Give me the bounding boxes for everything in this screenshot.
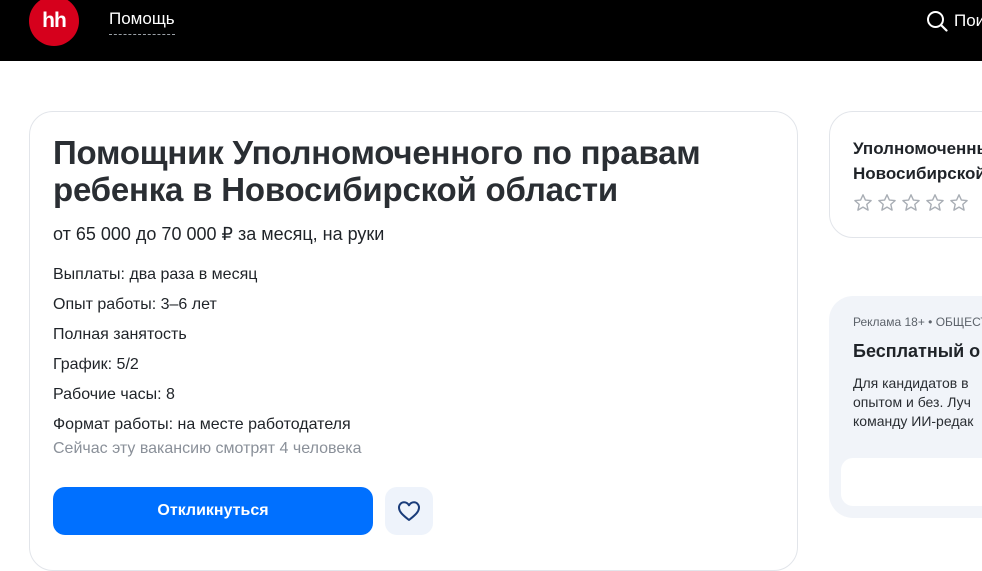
viewers-counter: Сейчас эту вакансию смотрят 4 человека: [53, 440, 362, 457]
employer-name-line: Новосибирской: [853, 164, 982, 183]
star-icon: [950, 194, 968, 211]
employer-name[interactable]: Уполномоченный Новосибирской: [853, 136, 982, 186]
ad-text-line: команду ИИ-редак: [853, 413, 974, 429]
search-label: Поиск: [954, 11, 982, 30]
ad-label: Реклама 18+ • ОБЩЕСТВО: [853, 315, 982, 329]
hh-logo[interactable]: hh: [29, 0, 79, 46]
employer-name-line: Уполномоченный: [853, 139, 982, 158]
ad-title[interactable]: Бесплатный о: [853, 341, 982, 362]
ad-text-line: Для кандидатов в: [853, 375, 969, 391]
heart-icon: [398, 501, 420, 521]
fact-payments: Выплаты: два раза в месяц: [53, 266, 258, 283]
ad-text-line: опытом и без. Луч: [853, 394, 971, 410]
vacancy-title: Помощник Уполномоченного по правам ребен…: [53, 134, 701, 208]
fact-hours: Рабочие часы: 8: [53, 386, 175, 403]
vacancy-facts-list: Выплаты: два раза в месяц Опыт работы: 3…: [53, 260, 351, 440]
fact-employment: Полная занятость: [53, 326, 187, 343]
vacancy-salary: от 65 000 до 70 000 ₽ за месяц, на руки: [53, 224, 385, 244]
employer-rating: [853, 193, 969, 213]
help-link[interactable]: Помощь: [109, 9, 175, 35]
star-icon: [854, 194, 872, 211]
apply-button[interactable]: Откликнуться: [53, 487, 373, 535]
star-icon: [878, 194, 896, 211]
fact-experience: Опыт работы: 3–6 лет: [53, 296, 217, 313]
ad-input-field[interactable]: [841, 458, 982, 506]
ad-description: Для кандидатов в опытом и без. Луч коман…: [853, 374, 982, 431]
search-button[interactable]: Поиск: [926, 9, 982, 33]
star-icon: [926, 194, 944, 211]
favorite-button[interactable]: [385, 487, 433, 535]
top-navigation-bar: hh Помощь Поиск: [0, 0, 982, 61]
fact-schedule: График: 5/2: [53, 356, 139, 373]
star-icon: [902, 194, 920, 211]
search-icon: [927, 11, 948, 32]
fact-work-format: Формат работы: на месте работодателя: [53, 416, 351, 433]
